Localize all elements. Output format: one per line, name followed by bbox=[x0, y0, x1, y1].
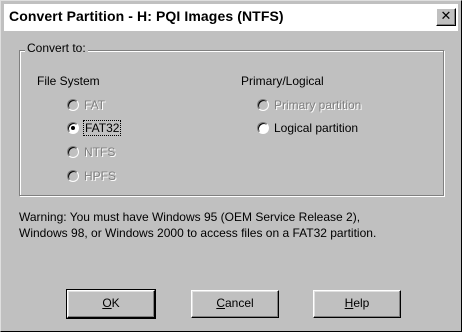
radio-ntfs[interactable]: NTFS bbox=[67, 144, 115, 160]
radio-hpfs[interactable]: HPFS bbox=[67, 168, 116, 184]
radio-button-logical[interactable] bbox=[257, 122, 269, 134]
radio-fat[interactable]: FAT bbox=[67, 97, 105, 113]
ok-label-rest: K bbox=[111, 296, 120, 310]
close-icon: ✕ bbox=[440, 9, 452, 24]
radio-label-logical: Logical partition bbox=[274, 121, 359, 135]
cancel-button[interactable]: Cancel bbox=[191, 290, 279, 318]
help-button[interactable]: Help bbox=[313, 290, 401, 318]
file-system-header: File System bbox=[37, 74, 100, 88]
cancel-label-rest: ancel bbox=[224, 296, 254, 310]
radio-label-fat: FAT bbox=[84, 98, 106, 112]
radio-label-fat32: FAT32 bbox=[82, 120, 122, 136]
radio-fat32[interactable]: FAT32 bbox=[67, 120, 122, 136]
warning-line-2: Windows 98, or Windows 2000 to access fi… bbox=[19, 226, 377, 240]
radio-button-ntfs[interactable] bbox=[67, 146, 79, 158]
close-button[interactable]: ✕ bbox=[436, 8, 456, 26]
warning-line-1: Warning: You must have Windows 95 (OEM S… bbox=[19, 210, 361, 224]
convert-partition-dialog: Convert Partition - H: PQI Images (NTFS)… bbox=[0, 0, 462, 332]
radio-button-fat[interactable] bbox=[67, 99, 79, 111]
primary-logical-header: Primary/Logical bbox=[241, 74, 324, 88]
radio-button-primary[interactable] bbox=[257, 99, 269, 111]
ok-button[interactable]: OK bbox=[66, 289, 156, 319]
radio-logical-partition[interactable]: Logical partition bbox=[257, 120, 358, 136]
title-bar[interactable]: Convert Partition - H: PQI Images (NTFS)… bbox=[4, 4, 458, 31]
cancel-mnemonic: C bbox=[216, 296, 225, 310]
help-label-rest: elp bbox=[353, 296, 370, 310]
radio-button-fat32[interactable] bbox=[67, 122, 79, 134]
warning-text: Warning: You must have Windows 95 (OEM S… bbox=[19, 209, 449, 241]
radio-label-ntfs: NTFS bbox=[84, 145, 116, 159]
ok-mnemonic: O bbox=[102, 296, 112, 310]
window-title: Convert Partition - H: PQI Images (NTFS) bbox=[9, 8, 284, 24]
radio-label-hpfs: HPFS bbox=[84, 169, 117, 183]
selected-dot-icon bbox=[71, 126, 75, 130]
radio-primary-partition[interactable]: Primary partition bbox=[257, 97, 361, 113]
radio-button-hpfs[interactable] bbox=[67, 170, 79, 182]
radio-label-primary: Primary partition bbox=[274, 98, 362, 112]
convert-to-legend: Convert to: bbox=[25, 41, 88, 55]
